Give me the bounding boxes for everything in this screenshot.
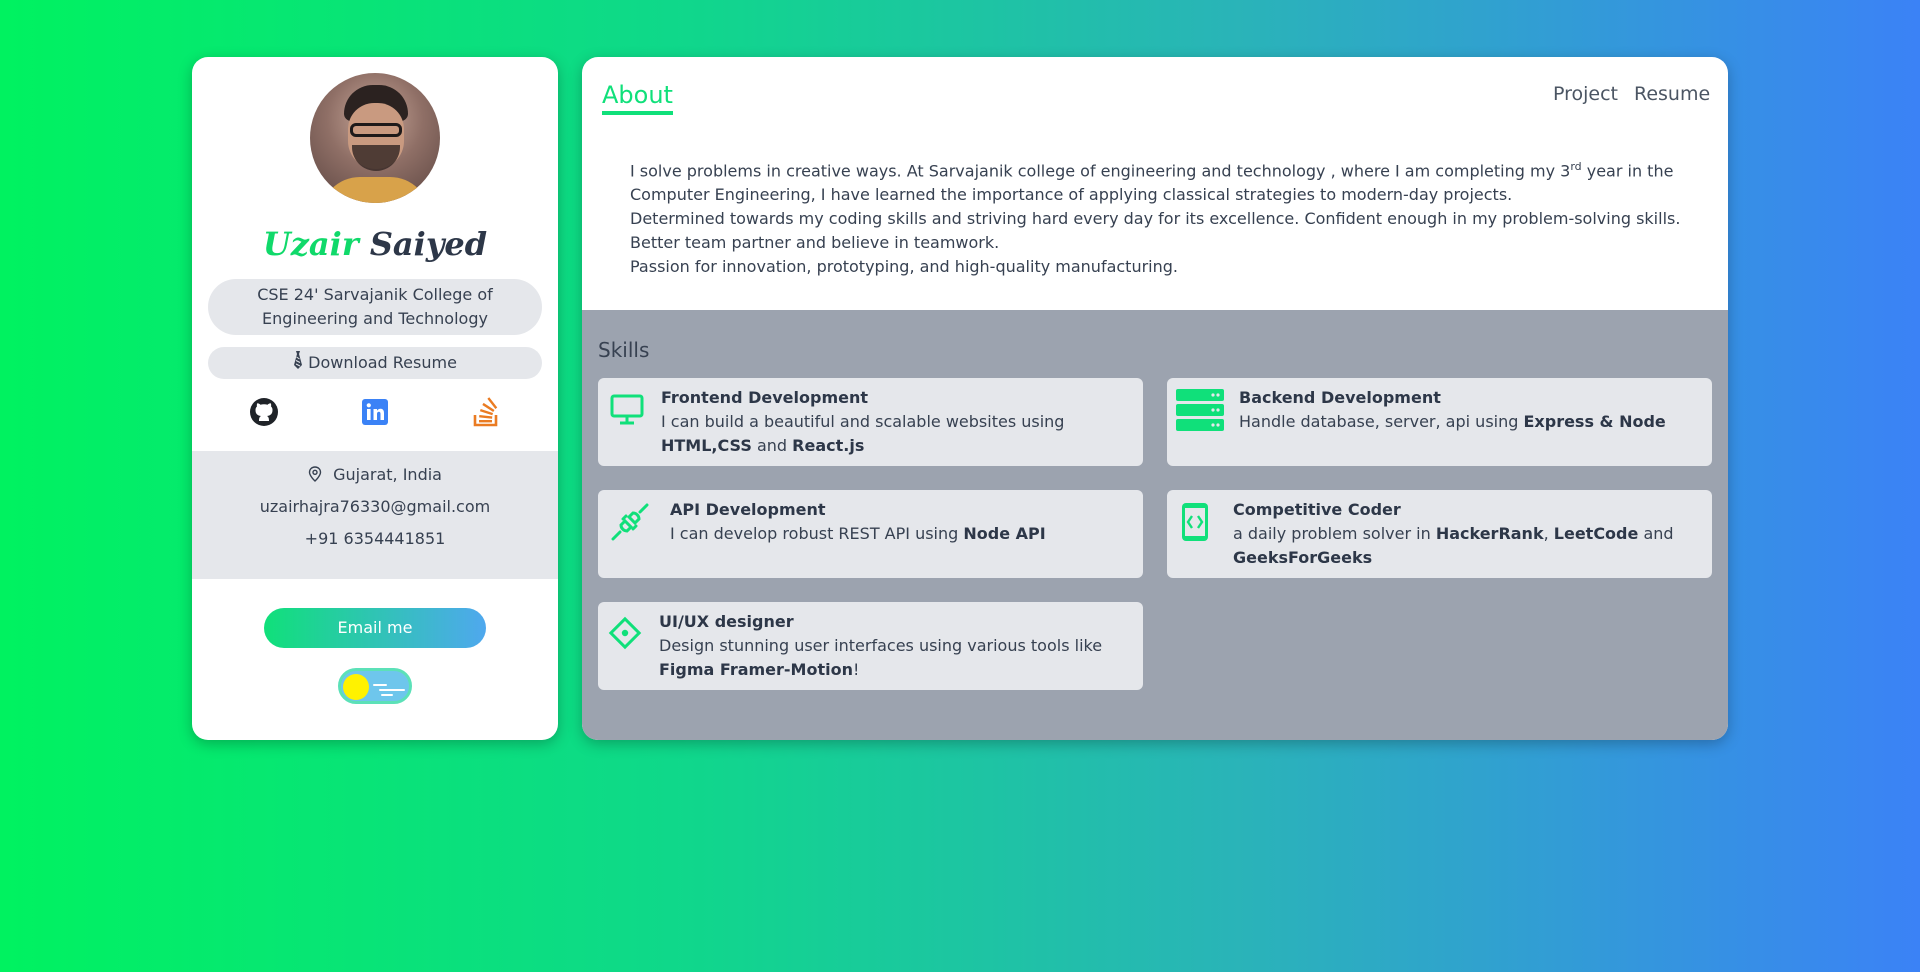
avatar: [310, 73, 440, 203]
about-paragraph-3: Better team partner and believe in teamw…: [630, 233, 1000, 253]
tie-icon: [293, 348, 303, 380]
skills-section: Skills Frontend Development I can build …: [582, 310, 1728, 740]
about-text: I solve problems in creative ways. At Sa…: [630, 155, 1690, 279]
skill-card-backend: Backend Development Handle database, ser…: [1167, 378, 1712, 466]
skill-card-competitive-coder: Competitive Coder a daily problem solver…: [1167, 490, 1712, 578]
skill-description: Handle database, server, api using Expre…: [1239, 412, 1666, 431]
stackoverflow-icon[interactable]: [471, 397, 501, 427]
skill-description: a daily problem solver in HackerRank, Le…: [1233, 524, 1674, 567]
code-phone-icon: [1181, 502, 1209, 549]
skill-title: Backend Development: [1239, 388, 1441, 407]
skill-card-frontend: Frontend Development I can build a beaut…: [598, 378, 1143, 466]
phone-number: +91 6354441851: [304, 529, 446, 548]
location-pin-icon: [308, 461, 322, 493]
about-paragraph-2: Determined towards my coding skills and …: [630, 209, 1681, 229]
linkedin-icon[interactable]: [360, 397, 390, 427]
skill-title: UI/UX designer: [659, 612, 794, 631]
profile-name: Uzair Saiyed: [192, 225, 558, 263]
about-paragraph-4: Passion for innovation, prototyping, and…: [630, 257, 1178, 277]
github-icon[interactable]: [249, 397, 279, 427]
theme-toggle[interactable]: [338, 668, 412, 704]
skill-title: Competitive Coder: [1233, 500, 1401, 519]
last-name: Saiyed: [369, 225, 488, 263]
skill-card-api: API Development I can develop robust RES…: [598, 490, 1143, 578]
skill-card-uiux: UI/UX designer Design stunning user inte…: [598, 602, 1143, 690]
skill-description: I can develop robust REST API using Node…: [670, 524, 1046, 543]
content-card: About Project Resume I solve problems in…: [582, 57, 1728, 740]
server-icon: [1175, 388, 1225, 439]
tab-project[interactable]: Project: [1553, 83, 1618, 105]
diamond-icon: [608, 616, 642, 657]
first-name: Uzair: [262, 225, 359, 263]
email-address: uzairhajra76330@gmail.com: [259, 497, 491, 516]
contact-info: Gujarat, India uzairhajra76330@gmail.com…: [192, 451, 558, 579]
download-resume-label: Download Resume: [308, 353, 457, 372]
download-resume-button[interactable]: Download Resume: [208, 347, 542, 379]
location: Gujarat, India: [192, 459, 558, 491]
tab-about[interactable]: About: [602, 81, 673, 115]
college-badge: CSE 24' Sarvajanik College of Engineerin…: [208, 279, 542, 335]
email-me-button[interactable]: Email me: [264, 608, 486, 648]
about-paragraph-1: I solve problems in creative ways. At Sa…: [630, 160, 1674, 205]
skill-title: API Development: [670, 500, 826, 519]
social-links: [192, 397, 558, 429]
skill-description: I can build a beautiful and scalable web…: [661, 412, 1065, 455]
profile-card: Uzair Saiyed CSE 24' Sarvajanik College …: [192, 57, 558, 740]
location-text: Gujarat, India: [333, 465, 442, 484]
sun-knob-icon: [343, 674, 369, 700]
skill-title: Frontend Development: [661, 388, 868, 407]
plug-icon: [610, 502, 650, 549]
skill-description: Design stunning user interfaces using va…: [659, 636, 1103, 679]
monitor-icon: [610, 392, 644, 433]
skills-heading: Skills: [598, 338, 650, 362]
tab-resume[interactable]: Resume: [1634, 83, 1710, 105]
